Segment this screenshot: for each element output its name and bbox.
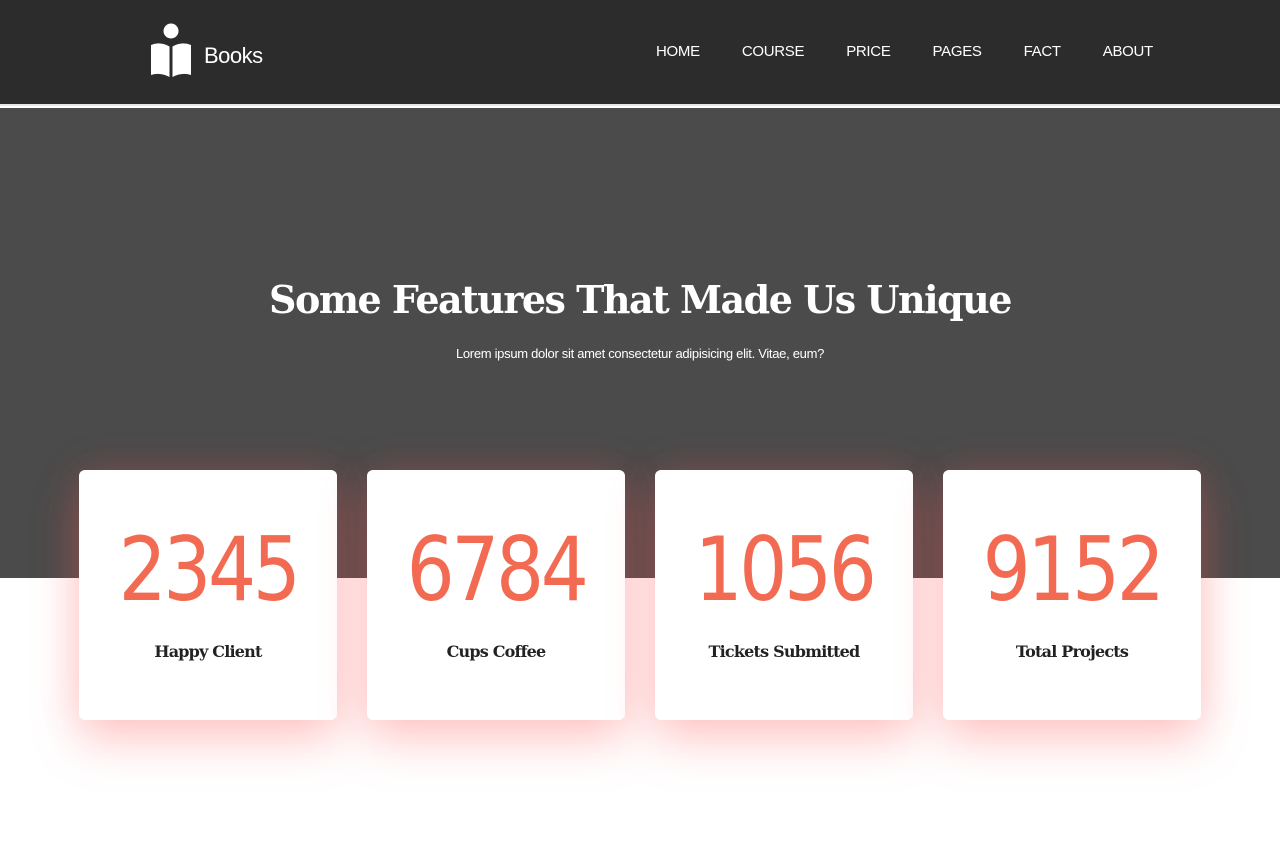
stat-value: 1056 <box>694 518 877 621</box>
stat-card-total-projects: 9152 Total Projects <box>943 470 1201 720</box>
section-subtitle: Lorem ipsum dolor sit amet consectetur a… <box>455 346 825 361</box>
stat-value: 2345 <box>118 518 301 621</box>
top-navbar: Books HOME COURSE PRICE PAGES FACT ABOUT <box>0 0 1280 106</box>
nav-item-price[interactable]: PRICE <box>846 42 891 62</box>
book-reader-icon <box>151 23 191 77</box>
stats-row: 2345 Happy Client 6784 Cups Coffee 1056 … <box>79 470 1201 720</box>
nav-item-fact[interactable]: FACT <box>1024 42 1061 62</box>
nav-item-pages[interactable]: PAGES <box>933 42 982 62</box>
stat-card-cups-coffee: 6784 Cups Coffee <box>367 470 625 720</box>
nav-item-about[interactable]: ABOUT <box>1103 42 1153 62</box>
stat-label: Total Projects <box>1015 642 1129 661</box>
stat-label: Happy Client <box>154 642 262 661</box>
stat-label: Cups Coffee <box>446 642 547 661</box>
brand-name: Books <box>204 43 263 68</box>
nav-item-home[interactable]: HOME <box>656 42 700 62</box>
section-title: Some Features That Made Us Unique <box>269 277 1012 322</box>
nav-item-course[interactable]: COURSE <box>742 42 805 62</box>
stat-value: 6784 <box>406 518 589 621</box>
stat-label: Tickets Submitted <box>708 642 861 661</box>
stat-card-happy-client: 2345 Happy Client <box>79 470 337 720</box>
main-nav: HOME COURSE PRICE PAGES FACT ABOUT <box>656 42 1153 62</box>
stat-value: 9152 <box>982 518 1165 621</box>
brand-logo[interactable]: Books <box>150 22 263 78</box>
stat-card-tickets-submitted: 1056 Tickets Submitted <box>655 470 913 720</box>
